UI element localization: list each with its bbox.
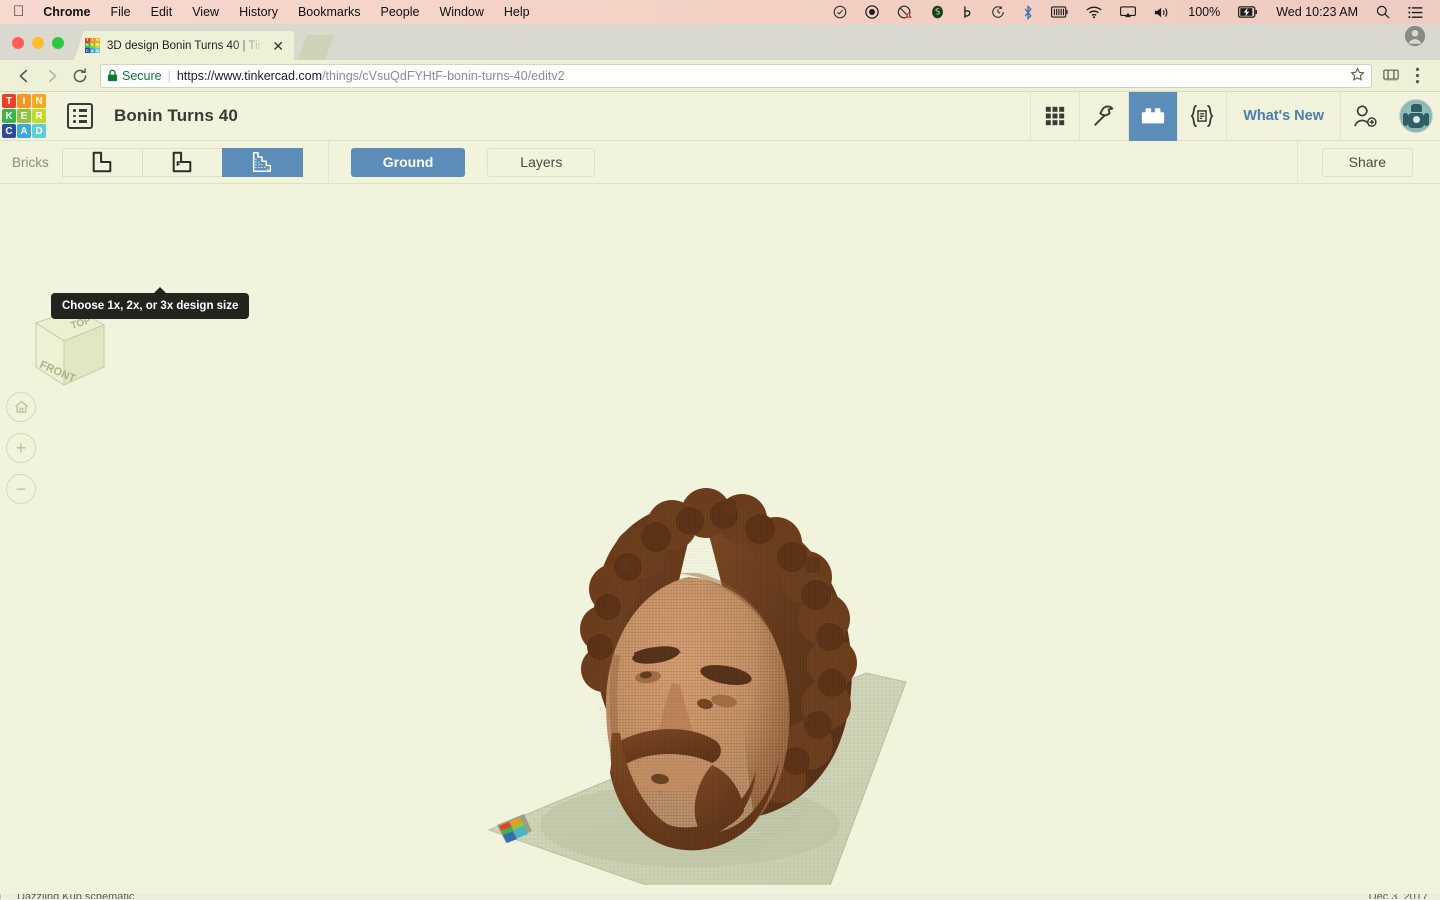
brick-icon[interactable] — [1128, 91, 1178, 141]
home-view-button[interactable] — [6, 392, 36, 422]
os-menu-bar:  Chrome File Edit View History Bookmark… — [0, 0, 1440, 24]
toolbar-divider-right — [1296, 140, 1298, 184]
brick-size-group — [61, 147, 303, 177]
clock-history-icon[interactable] — [982, 0, 1014, 24]
app-header: T I N K E R C A D Bonin Turns 40 What's … — [0, 91, 1440, 141]
browser-tab-title: 3D design Bonin Turns 40 | Tin — [107, 39, 264, 52]
toolbar-divider — [327, 140, 329, 184]
panel-occluder — [0, 885, 1440, 894]
add-person-icon[interactable] — [1340, 91, 1389, 141]
tinkercad-app: T I N K E R C A D Bonin Turns 40 What's … — [0, 91, 1440, 899]
url-origin: https://www.tinkercad.com — [176, 68, 323, 83]
battery-percent-label: 100% — [1188, 5, 1221, 19]
menu-item-bookmarks[interactable]: Bookmarks — [288, 0, 371, 24]
toolbar-right-group: Share — [1296, 140, 1440, 184]
secure-indicator[interactable]: Secure — [107, 69, 162, 83]
reload-icon[interactable] — [66, 62, 94, 90]
logo-tile-d: D — [32, 124, 46, 138]
list-menu-icon[interactable] — [67, 103, 93, 129]
bricks-toolbar: Bricks Ground Layers Share — [0, 140, 1440, 184]
view-controls: + − — [6, 392, 36, 504]
menubar-clock[interactable]: Wed 10:23 AM — [1267, 0, 1367, 24]
brick-size-2x[interactable] — [141, 147, 223, 177]
window-traffic-lights — [0, 37, 74, 60]
workplane-canvas[interactable]: TOP FRONT Choose 1x, 2x, or 3x design si… — [0, 185, 1440, 899]
notification-center-icon[interactable] — [1399, 0, 1432, 24]
browser-tab-active[interactable]: TIN KER CAD 3D design Bonin Turns 40 | T… — [74, 31, 294, 60]
app-header-actions: What's New — [1030, 91, 1440, 141]
bartender-b-icon[interactable] — [953, 0, 982, 24]
profile-avatar-icon[interactable] — [1404, 25, 1440, 60]
logo-tile-k: K — [2, 109, 16, 123]
secure-label: Secure — [122, 68, 162, 83]
logo-tile-r: R — [32, 109, 46, 123]
hammer-tools-icon[interactable] — [1079, 91, 1128, 141]
user-avatar-robot[interactable] — [1399, 99, 1433, 133]
close-icon[interactable]: ✕ — [270, 39, 286, 53]
record-circle-icon[interactable] — [856, 0, 888, 24]
menu-item-view[interactable]: View — [182, 0, 229, 24]
window-close-button[interactable] — [12, 37, 24, 49]
menu-item-edit[interactable]: Edit — [141, 0, 183, 24]
brick-size-1x[interactable] — [61, 147, 143, 177]
menu-item-help[interactable]: Help — [494, 0, 540, 24]
os-menu-left:  Chrome File Edit View History Bookmark… — [0, 0, 540, 24]
logo-tile-c: C — [2, 124, 16, 138]
codeblocks-icon[interactable] — [1177, 91, 1226, 141]
menu-item-chrome[interactable]: Chrome — [33, 0, 100, 24]
logo-tile-a: A — [17, 124, 31, 138]
logo-tile-e: E — [17, 109, 31, 123]
airplay-icon[interactable] — [1111, 0, 1145, 24]
layers-button[interactable]: Layers — [487, 147, 596, 177]
battery-charging-icon[interactable] — [1229, 0, 1267, 24]
bricks-label: Bricks — [12, 154, 49, 170]
page-title: Bonin Turns 40 — [114, 106, 238, 125]
zoom-in-button[interactable]: + — [6, 433, 36, 463]
menu-item-people[interactable]: People — [371, 0, 430, 24]
back-arrow-icon[interactable] — [10, 62, 38, 90]
zoom-out-button[interactable]: − — [6, 474, 36, 504]
bottom-clipped-panel: Dazzling Kup.schematic Dec 3, 2017 — [0, 885, 1440, 899]
grid-apps-icon[interactable] — [1030, 91, 1079, 141]
whats-new-button[interactable]: What's New — [1226, 91, 1340, 141]
brick-size-tooltip: Choose 1x, 2x, or 3x design size — [51, 287, 250, 319]
wifi-icon[interactable] — [1077, 0, 1111, 24]
url-path: /things/cVsuQdFYHtF-bonin-turns-40/editv… — [322, 68, 565, 83]
logo-tile-t: T — [2, 94, 16, 108]
omnibox-divider: | — [167, 68, 171, 83]
window-zoom-button[interactable] — [52, 37, 64, 49]
menu-item-history[interactable]: History — [229, 0, 288, 24]
forward-arrow-icon[interactable] — [38, 62, 66, 90]
apple-logo-icon[interactable]:  — [10, 0, 33, 24]
browser-toolbar: Secure | https://www.tinkercad.com/thing… — [0, 60, 1440, 92]
logo-tile-n: N — [32, 94, 46, 108]
extension-icon[interactable] — [1378, 63, 1404, 89]
spotlight-search-icon[interactable] — [1367, 0, 1399, 24]
logo-tile-i: I — [17, 94, 31, 108]
lock-icon — [107, 69, 118, 82]
volume-icon[interactable] — [1145, 0, 1179, 24]
share-button[interactable]: Share — [1321, 147, 1413, 177]
os-menu-status-area: 100% Wed 10:23 AM — [824, 0, 1440, 24]
menu-item-window[interactable]: Window — [429, 0, 493, 24]
new-tab-button[interactable] — [298, 35, 334, 60]
url-text: https://www.tinkercad.com/things/cVsuQdF… — [177, 69, 565, 83]
window-minimize-button[interactable] — [32, 37, 44, 49]
bluetooth-icon[interactable] — [1014, 0, 1042, 24]
chrome-menu-icon[interactable] — [1404, 63, 1430, 89]
ground-button[interactable]: Ground — [350, 147, 466, 177]
checkmark-circle-icon[interactable] — [824, 0, 856, 24]
mute-warning-icon[interactable] — [888, 0, 922, 24]
tinkercad-favicon: TIN KER CAD — [85, 37, 100, 53]
brick-size-3x[interactable] — [221, 147, 303, 177]
browser-tab-strip: TIN KER CAD 3D design Bonin Turns 40 | T… — [0, 24, 1440, 60]
bookmark-star-icon[interactable] — [1350, 66, 1365, 85]
evernote-icon[interactable] — [922, 0, 953, 24]
address-bar[interactable]: Secure | https://www.tinkercad.com/thing… — [100, 63, 1372, 88]
menu-item-file[interactable]: File — [100, 0, 140, 24]
battery-bar-icon[interactable] — [1042, 0, 1077, 24]
tinkercad-logo[interactable]: T I N K E R C A D — [2, 94, 46, 138]
